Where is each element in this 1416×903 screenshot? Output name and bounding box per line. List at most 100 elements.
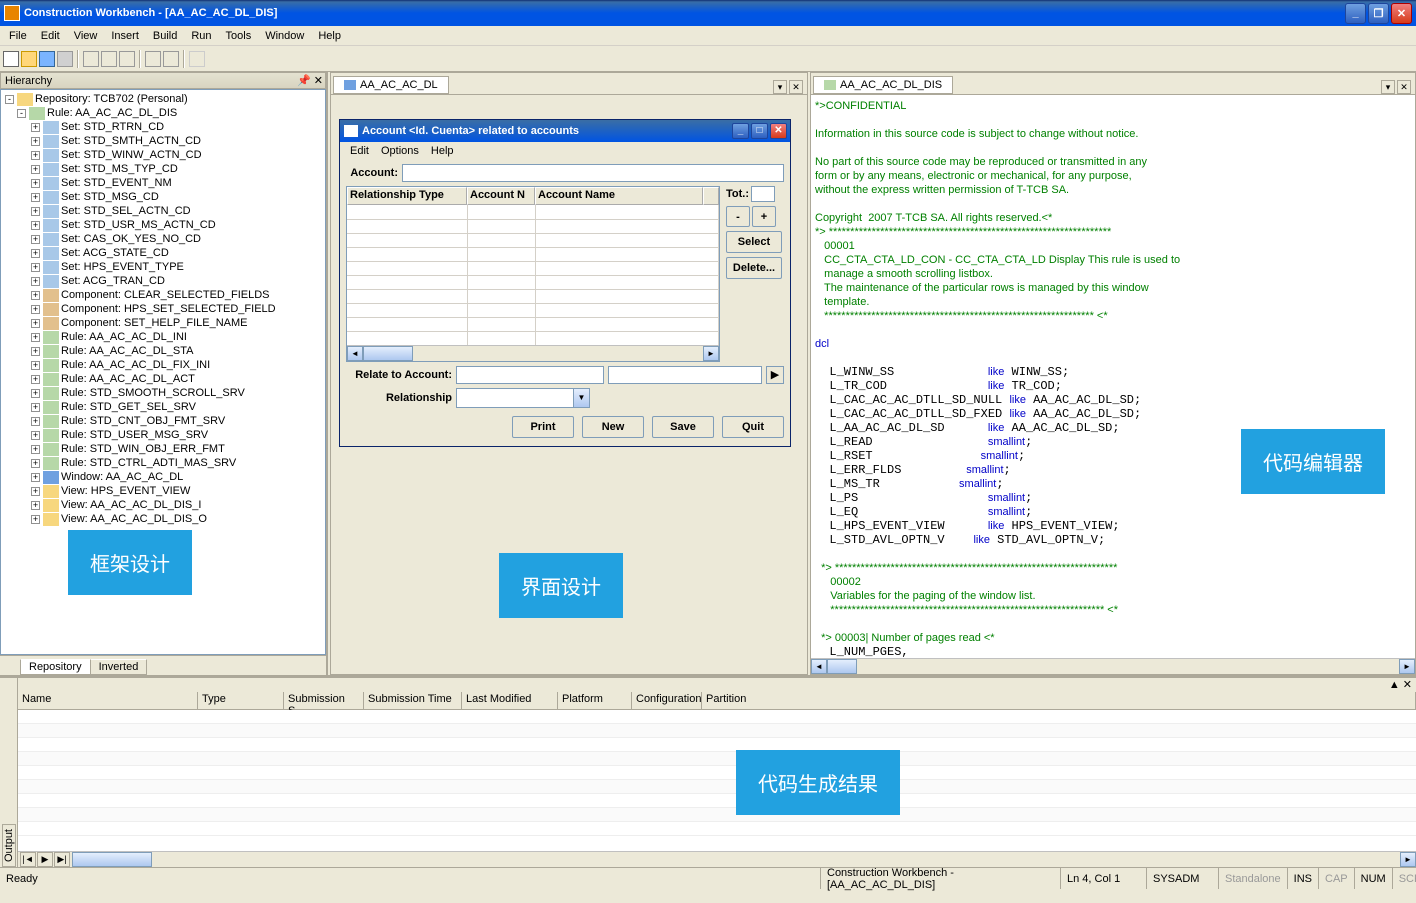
relate-input-2[interactable] [608,366,762,384]
col-submission-s[interactable]: Submission S... [284,692,364,709]
relationship-combo[interactable]: ▼ [456,388,590,408]
expand-icon[interactable]: + [31,305,40,314]
expand-icon[interactable]: + [31,459,40,468]
tree-item-label[interactable]: Rule: STD_WIN_OBJ_ERR_FMT [61,442,225,456]
tree-item-label[interactable]: Set: HPS_EVENT_TYPE [61,260,184,274]
quit-button[interactable]: Quit [722,416,784,438]
scroll-thumb[interactable] [827,659,857,674]
tree-item-label[interactable]: Rule: AA_AC_AC_DL_INI [61,330,187,344]
expand-icon[interactable]: + [31,417,40,426]
col-account-n[interactable]: Account N [467,187,535,205]
tree-item-label[interactable]: Set: STD_SMTH_ACTN_CD [61,134,201,148]
tree-item-label[interactable]: Rule: STD_SMOOTH_SCROLL_SRV [61,386,245,400]
scroll-right-icon[interactable]: ► [703,346,719,361]
tab-dropdown-icon[interactable]: ▾ [773,80,787,94]
expand-icon[interactable]: + [31,123,40,132]
form-minimize-button[interactable]: _ [732,123,749,139]
tree-item-label[interactable]: Component: HPS_SET_SELECTED_FIELD [61,302,276,316]
relate-input-1[interactable] [456,366,604,384]
col-partition[interactable]: Partition [702,692,1416,709]
form-close-button[interactable]: ✕ [770,123,787,139]
tree-item-label[interactable]: Component: SET_HELP_FILE_NAME [61,316,247,330]
output-rows[interactable]: 代码生成结果 [18,710,1416,851]
menu-insert[interactable]: Insert [104,28,146,44]
expand-icon[interactable]: + [31,235,40,244]
print-icon[interactable] [145,51,161,67]
tree-item-label[interactable]: Rule: STD_CTRL_ADTI_MAS_SRV [61,456,236,470]
tree-item-label[interactable]: Set: STD_WINW_ACTN_CD [61,148,202,162]
expand-icon[interactable]: + [31,263,40,272]
tree-item-label[interactable]: Window: AA_AC_AC_DL [61,470,183,484]
col-name[interactable]: Name [18,692,198,709]
plus-button[interactable]: + [752,206,776,227]
menu-window[interactable]: Window [258,28,311,44]
output-tab[interactable]: Output [0,678,18,867]
tree-item-label[interactable]: Set: STD_EVENT_NM [61,176,172,190]
tab-close-icon[interactable]: ✕ [789,80,803,94]
expand-icon[interactable]: + [31,277,40,286]
form-titlebar[interactable]: Account <Id. Cuenta> related to accounts… [340,120,790,142]
tree-item-label[interactable]: Set: STD_SEL_ACTN_CD [61,204,191,218]
expand-icon[interactable]: + [31,249,40,258]
close-button[interactable]: ✕ [1391,3,1412,24]
tab-close-icon[interactable]: ✕ [1397,80,1411,94]
menu-help[interactable]: Help [311,28,348,44]
tree-item-label[interactable]: Set: STD_USR_MS_ACTN_CD [61,218,216,232]
tree-item-label[interactable]: View: HPS_EVENT_VIEW [61,484,190,498]
menu-build[interactable]: Build [146,28,184,44]
new-icon[interactable] [3,51,19,67]
form-menu-options[interactable]: Options [375,144,425,158]
tree-item-label[interactable]: Set: ACG_TRAN_CD [61,274,165,288]
form-maximize-button[interactable]: □ [751,123,768,139]
doc-tab-form[interactable]: AA_AC_AC_DL [333,76,449,94]
col-account-name[interactable]: Account Name [535,187,703,205]
tree-root[interactable]: Repository: TCB702 (Personal) [35,92,188,106]
tab-inverted[interactable]: Inverted [90,659,148,675]
menu-tools[interactable]: Tools [219,28,259,44]
tree-item-label[interactable]: Rule: STD_GET_SEL_SRV [61,400,196,414]
select-button[interactable]: Select [726,231,782,253]
expand-icon[interactable]: + [31,193,40,202]
tree-item-label[interactable]: Set: ACG_STATE_CD [61,246,169,260]
form-menu-edit[interactable]: Edit [344,144,375,158]
expand-icon[interactable]: + [31,361,40,370]
open-icon[interactable] [21,51,37,67]
scroll-left-icon[interactable]: ◄ [347,346,363,361]
code-editor[interactable]: *>CONFIDENTIAL Information in this sourc… [811,95,1415,674]
tree-item-label[interactable]: Rule: STD_USER_MSG_SRV [61,428,208,442]
scroll-thumb[interactable] [363,346,413,361]
minimize-button[interactable]: _ [1345,3,1366,24]
expand-icon[interactable]: + [31,207,40,216]
tree-item-label[interactable]: Rule: AA_AC_AC_DL_ACT [61,372,195,386]
tab-dropdown-icon[interactable]: ▾ [1381,80,1395,94]
scroll-right-icon[interactable]: ► [1399,659,1415,674]
pin-icon[interactable]: 📌 ✕ [297,74,325,87]
scroll-thumb[interactable] [72,852,152,867]
menu-run[interactable]: Run [184,28,218,44]
expand-icon[interactable]: + [31,165,40,174]
expand-icon[interactable]: - [17,109,26,118]
tree-item-label[interactable]: Set: STD_MSG_CD [61,190,159,204]
minus-button[interactable]: - [726,206,750,227]
expand-icon[interactable]: + [31,347,40,356]
print-button[interactable]: Print [512,416,574,438]
col-submission-time[interactable]: Submission Time [364,692,462,709]
find-icon[interactable] [163,51,179,67]
tree-item-label[interactable]: View: AA_AC_AC_DL_DIS_O [61,512,207,526]
first-icon[interactable]: |◄ [20,852,36,867]
col-platform[interactable]: Platform [558,692,632,709]
form-menu-help[interactable]: Help [425,144,460,158]
unknown-icon[interactable] [189,51,205,67]
chevron-down-icon[interactable]: ▼ [573,389,589,407]
scroll-left-icon[interactable]: ◄ [811,659,827,674]
expand-icon[interactable]: + [31,515,40,524]
paste-icon[interactable] [119,51,135,67]
tree-item-label[interactable]: Rule: AA_AC_AC_DL_FIX_INI [61,358,210,372]
tot-input[interactable] [751,186,775,202]
expand-icon[interactable]: + [31,501,40,510]
output-close-icon[interactable]: ▲ ✕ [1389,678,1412,692]
expand-icon[interactable]: + [31,473,40,482]
expand-icon[interactable]: + [31,375,40,384]
expand-icon[interactable]: + [31,333,40,342]
play-icon[interactable]: ▶ [37,852,53,867]
